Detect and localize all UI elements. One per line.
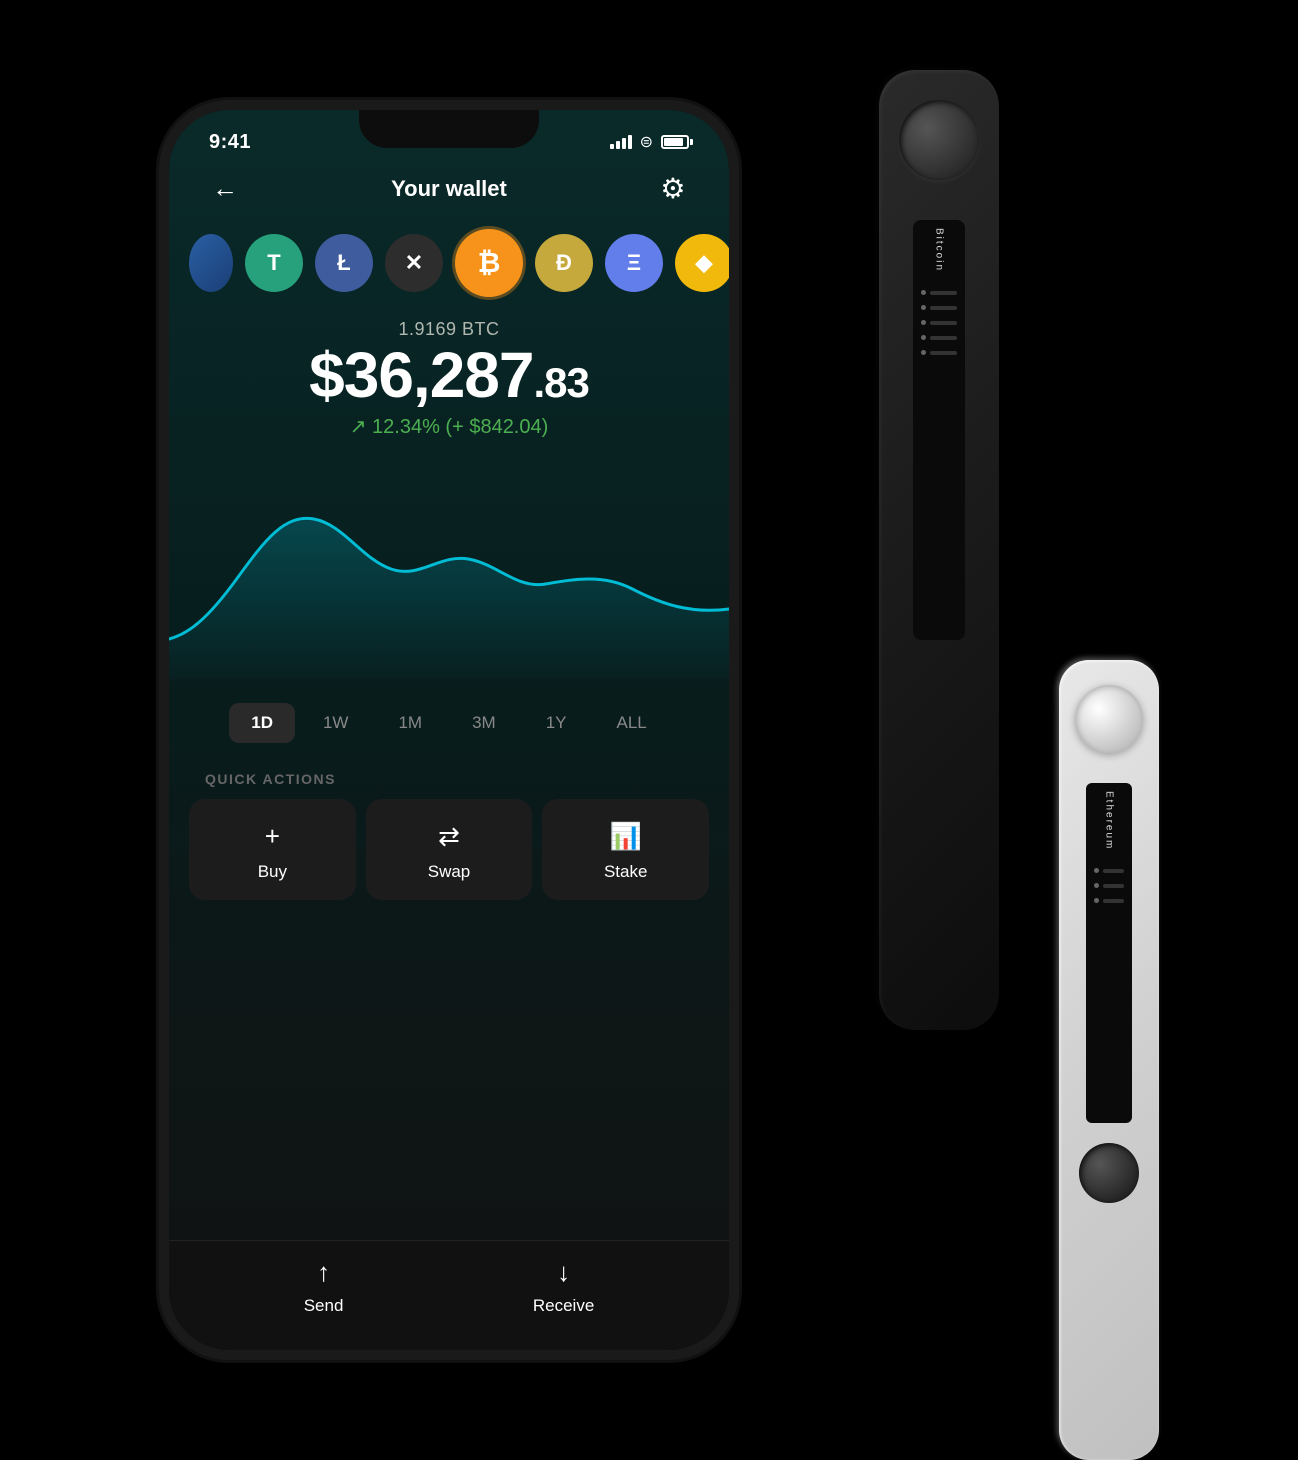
ledger-ethereum-label: Ethereum	[1104, 791, 1115, 850]
price-section: 1.9169 BTC $36,287.83 ↗ 12.34% (+ $842.0…	[169, 311, 729, 443]
swap-icon: ⇄	[438, 821, 460, 852]
scene: 9:41 ⊜ ← Your wallet	[99, 40, 1199, 1420]
send-icon: ↑	[317, 1257, 330, 1288]
coin-item-bnb[interactable]: ◆	[675, 234, 729, 292]
price-cents: .83	[533, 359, 588, 406]
notch	[359, 110, 539, 148]
ledger-menu-row	[917, 348, 961, 357]
coin-item-dogecoin[interactable]: Ð	[535, 234, 593, 292]
ledger-menu-row	[917, 333, 961, 342]
phone: 9:41 ⊜ ← Your wallet	[159, 100, 739, 1360]
coin-item-ethereum[interactable]: Ξ	[605, 234, 663, 292]
price-dollars: $36,287	[309, 339, 533, 411]
quick-actions-label: QUICK ACTIONS	[169, 763, 729, 799]
battery-icon	[661, 135, 689, 149]
signal-bars-icon	[610, 135, 632, 149]
ledger-menu-row	[917, 303, 961, 312]
ledger-button-top	[899, 100, 979, 180]
tab-all[interactable]: ALL	[595, 703, 669, 743]
coin-item-bitcoin[interactable]: ₿	[455, 229, 523, 297]
send-button[interactable]: ↑ Send	[304, 1257, 344, 1316]
ledger-bitcoin-label: Bitcoin	[934, 228, 945, 272]
status-icons: ⊜	[610, 132, 689, 152]
settings-icon[interactable]: ⚙	[653, 172, 693, 205]
coin-row: T Ł ✕ ₿ Ð Ξ ◆ A	[169, 215, 729, 311]
buy-button[interactable]: + Buy	[189, 799, 356, 900]
buy-icon: +	[265, 821, 280, 852]
stake-label: Stake	[604, 862, 647, 882]
price-main: $36,287.83	[169, 340, 729, 410]
header: ← Your wallet ⚙	[169, 162, 729, 215]
coin-item-litecoin[interactable]: Ł	[315, 234, 373, 292]
swap-label: Swap	[428, 862, 471, 882]
wifi-icon: ⊜	[640, 132, 653, 152]
ledger-menu-row-w	[1090, 866, 1128, 875]
ledger-screen-tall: Bitcoin	[913, 220, 965, 640]
time-tabs: 1D 1W 1M 3M 1Y ALL	[169, 679, 729, 763]
price-chart	[169, 459, 729, 679]
receive-icon: ↓	[557, 1257, 570, 1288]
bottom-bar: ↑ Send ↓ Receive	[169, 1240, 729, 1350]
chart-container	[169, 459, 729, 679]
ledger-white-button-bottom	[1079, 1143, 1139, 1203]
ledger-device-black: Bitcoin	[879, 70, 999, 1030]
price-change: ↗ 12.34% (+ $842.04)	[169, 414, 729, 439]
coin-item-xrp[interactable]: ✕	[385, 234, 443, 292]
quick-actions: + Buy ⇄ Swap 📊 Stake	[169, 799, 729, 920]
coin-item-tether[interactable]: T	[245, 234, 303, 292]
ledger-device-white: Ethereum	[1059, 660, 1159, 1460]
stake-button[interactable]: 📊 Stake	[542, 799, 709, 900]
page-title: Your wallet	[391, 176, 507, 202]
receive-label: Receive	[533, 1296, 594, 1316]
ledger-menu-row	[917, 288, 961, 297]
tab-3m[interactable]: 3M	[450, 703, 518, 743]
ledger-menu-row-w	[1090, 881, 1128, 890]
stake-icon: 📊	[609, 821, 641, 852]
receive-button[interactable]: ↓ Receive	[533, 1257, 594, 1316]
ledger-screen-short: Ethereum	[1086, 783, 1132, 1123]
tab-1d[interactable]: 1D	[229, 703, 295, 743]
status-time: 9:41	[209, 131, 251, 154]
btc-amount: 1.9169 BTC	[169, 319, 729, 340]
ledger-menu-row-w	[1090, 896, 1128, 905]
swap-button[interactable]: ⇄ Swap	[366, 799, 533, 900]
phone-inner: 9:41 ⊜ ← Your wallet	[169, 110, 729, 1350]
ledger-menu-row	[917, 318, 961, 327]
send-label: Send	[304, 1296, 344, 1316]
back-button[interactable]: ←	[205, 173, 245, 204]
buy-label: Buy	[258, 862, 287, 882]
tab-1m[interactable]: 1M	[376, 703, 444, 743]
coin-item-partial[interactable]	[189, 234, 233, 292]
tab-1w[interactable]: 1W	[301, 703, 371, 743]
tab-1y[interactable]: 1Y	[524, 703, 589, 743]
ledger-white-button-top	[1075, 685, 1143, 753]
